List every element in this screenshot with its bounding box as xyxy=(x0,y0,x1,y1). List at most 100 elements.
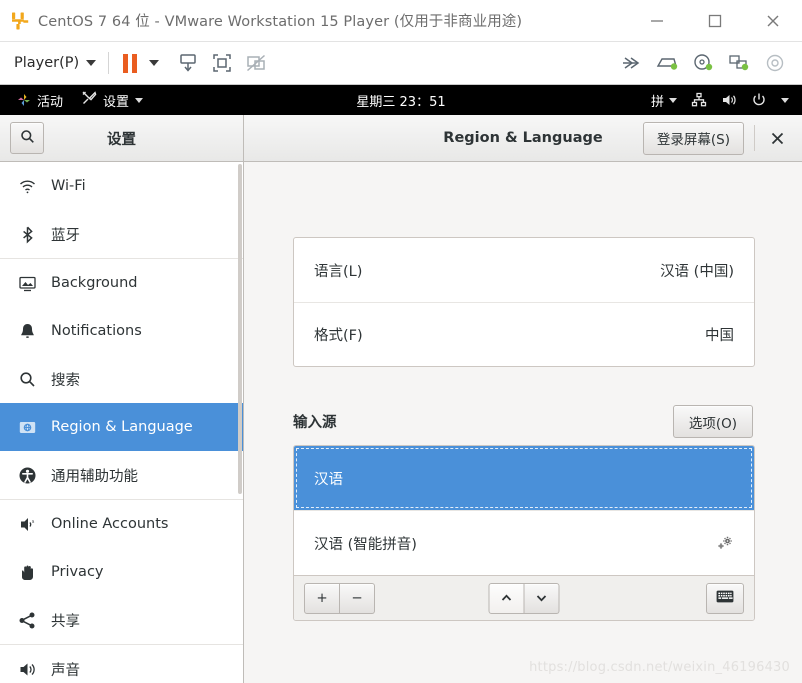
vmware-window-title: CentOS 7 64 位 - VMware Workstation 15 Pl… xyxy=(38,14,523,30)
search-button[interactable] xyxy=(10,122,44,154)
sidebar-item-background[interactable]: Background xyxy=(0,259,243,307)
login-screen-button[interactable]: 登录屏幕(S) xyxy=(642,121,744,155)
cd-drive-icon[interactable] xyxy=(686,46,720,80)
circle-target-icon[interactable] xyxy=(758,46,792,80)
app-menu-label: 设置 xyxy=(103,94,130,110)
sidebar-item-sharing[interactable]: 共享 xyxy=(0,596,243,644)
player-menu-button[interactable]: Player(P) xyxy=(14,55,97,71)
power-icon[interactable] xyxy=(744,85,774,115)
sidebar-scrollbar-thumb[interactable] xyxy=(238,164,242,494)
sidebar-item-label: Wi-Fi xyxy=(51,178,86,194)
gear-icon[interactable] xyxy=(716,534,734,552)
watermark-text: https://blog.csdn.net/weixin_46196430 xyxy=(529,660,790,675)
settings-window: 设置 Region & Language 登录屏幕(S) Wi-Fi 蓝牙 Ba… xyxy=(0,115,802,683)
app-menu-button[interactable]: 设置 xyxy=(72,85,152,115)
input-sources-card: 汉语 汉语 (智能拼音) + − xyxy=(293,445,755,621)
share-icon xyxy=(18,611,37,630)
chevron-down-icon xyxy=(135,97,144,103)
background-icon xyxy=(18,274,37,293)
activities-button[interactable]: 活动 xyxy=(8,85,72,115)
headerbar-right: Region & Language 登录屏幕(S) xyxy=(244,115,802,161)
vmware-icon xyxy=(10,11,30,31)
settings-body: Wi-Fi 蓝牙 Background Notifications 搜索 Reg… xyxy=(0,162,802,683)
toolbar-separator xyxy=(108,52,110,74)
sidebar-item-label: Notifications xyxy=(51,323,142,339)
gnome-top-bar: 活动 设置 星期三 23：51 拼 xyxy=(0,85,802,115)
headerbar-left: 设置 xyxy=(0,115,244,161)
close-button[interactable] xyxy=(744,0,802,42)
topbar-right: 拼 xyxy=(644,85,796,115)
sidebar-item-label: 蓝牙 xyxy=(51,227,80,244)
online-accounts-icon: s xyxy=(18,515,37,534)
region-language-panel: 语言(L) 汉语 (中国) 格式(F) 中国 输入源 选项(O) 汉语 汉语 (… xyxy=(244,162,802,683)
show-keyboard-layout-button[interactable] xyxy=(706,582,744,614)
format-row-label: 格式(F) xyxy=(314,328,363,344)
input-source-row-selected[interactable]: 汉语 xyxy=(294,446,754,510)
language-row[interactable]: 语言(L) 汉语 (中国) xyxy=(294,238,754,302)
language-row-value: 汉语 (中国) xyxy=(660,263,734,280)
sidebar-item-region-language[interactable]: Region & Language xyxy=(0,403,243,451)
sidebar-item-label: 共享 xyxy=(51,613,80,630)
move-up-button[interactable] xyxy=(488,582,525,614)
send-ctrl-alt-del-button[interactable] xyxy=(171,46,205,80)
pause-button[interactable] xyxy=(123,53,138,73)
sidebar-scrollbar[interactable] xyxy=(238,162,243,683)
activities-icon xyxy=(17,93,31,107)
network-icon[interactable] xyxy=(684,85,714,115)
chevrons-right-icon[interactable] xyxy=(614,46,648,80)
sidebar-item-label: 声音 xyxy=(51,662,80,679)
vmware-toolbar: Player(P) xyxy=(0,42,802,85)
settings-headerbar: 设置 Region & Language 登录屏幕(S) xyxy=(0,115,802,162)
sidebar-item-notifications[interactable]: Notifications xyxy=(0,307,243,355)
add-input-source-button[interactable]: + xyxy=(304,582,340,614)
close-window-button[interactable] xyxy=(760,121,794,155)
sidebar-item-label: Online Accounts xyxy=(51,516,169,532)
player-menu-label: Player(P) xyxy=(14,55,80,71)
settings-sidebar: Wi-Fi 蓝牙 Background Notifications 搜索 Reg… xyxy=(0,162,244,683)
sidebar-item-online-accounts[interactable]: s Online Accounts xyxy=(0,500,243,548)
pause-dropdown-button[interactable] xyxy=(137,46,171,80)
input-source-label: 拼 xyxy=(650,94,664,110)
input-source-row[interactable]: 汉语 (智能拼音) xyxy=(294,511,754,575)
unity-mode-button[interactable] xyxy=(239,46,273,80)
caret-down-icon xyxy=(149,60,160,66)
options-button[interactable]: 选项(O) xyxy=(672,405,753,438)
headerbar-divider xyxy=(754,125,755,151)
sidebar-item-bluetooth[interactable]: 蓝牙 xyxy=(0,210,243,258)
format-row-value: 中国 xyxy=(705,328,734,344)
maximize-button[interactable] xyxy=(686,0,744,42)
volume-icon[interactable] xyxy=(714,85,744,115)
move-down-button[interactable] xyxy=(524,582,560,614)
vmware-toolbar-right xyxy=(614,46,792,80)
wifi-icon xyxy=(18,177,37,196)
system-menu-caret-icon[interactable] xyxy=(774,85,796,115)
sidebar-item-sound[interactable]: 声音 xyxy=(0,645,243,683)
sidebar-item-search[interactable]: 搜索 xyxy=(0,355,243,403)
fullscreen-button[interactable] xyxy=(205,46,239,80)
svg-text:s: s xyxy=(32,519,35,525)
sidebar-item-universal-access[interactable]: 通用辅助功能 xyxy=(0,451,243,499)
bell-icon xyxy=(18,322,37,341)
remove-input-source-button[interactable]: − xyxy=(340,582,375,614)
language-format-card: 语言(L) 汉语 (中国) 格式(F) 中国 xyxy=(293,237,755,367)
sidebar-item-label: 通用辅助功能 xyxy=(51,468,138,485)
sidebar-item-label: Privacy xyxy=(51,564,104,580)
input-source-label: 汉语 (智能拼音) xyxy=(314,536,417,553)
sidebar-item-label: 搜索 xyxy=(51,372,80,389)
hard-disk-icon[interactable] xyxy=(650,46,684,80)
input-sources-toolbar: + − xyxy=(294,575,754,620)
sidebar-item-wifi[interactable]: Wi-Fi xyxy=(0,162,243,210)
input-source-indicator[interactable]: 拼 xyxy=(644,85,684,115)
format-row[interactable]: 格式(F) 中国 xyxy=(294,302,754,366)
network-adapter-icon[interactable] xyxy=(722,46,756,80)
privacy-hand-icon xyxy=(18,563,37,582)
sidebar-item-privacy[interactable]: Privacy xyxy=(0,548,243,596)
sound-icon xyxy=(18,660,37,679)
activities-label: 活动 xyxy=(37,94,64,110)
minimize-button[interactable] xyxy=(628,0,686,42)
region-language-icon xyxy=(18,418,37,437)
sidebar-item-label: Background xyxy=(51,275,138,291)
topbar-left: 活动 设置 xyxy=(8,85,152,115)
search-icon xyxy=(18,370,37,389)
vmware-window-controls xyxy=(628,0,802,42)
